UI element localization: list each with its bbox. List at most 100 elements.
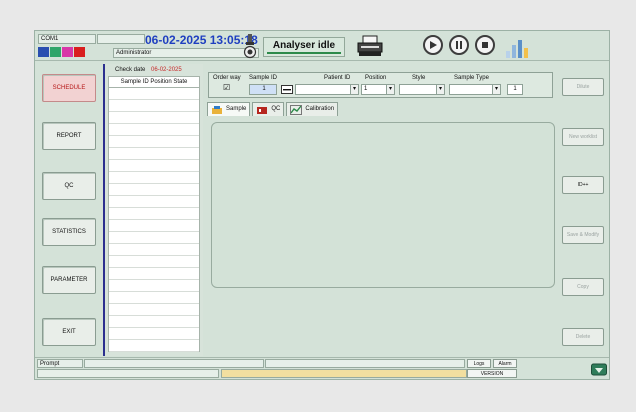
style-label: Style — [412, 75, 426, 81]
list-item[interactable] — [109, 268, 199, 280]
list-item[interactable] — [109, 220, 199, 232]
swatch-green — [50, 47, 61, 57]
sample-type-select[interactable]: ▾ — [449, 84, 501, 95]
nav-qc-button[interactable]: QC — [42, 172, 96, 200]
swatch-blue — [38, 47, 49, 57]
save-modify-button[interactable]: Save & Modify — [562, 226, 604, 244]
bar-chart-icon[interactable] — [505, 37, 531, 59]
dilute-button[interactable]: Dilute — [562, 78, 604, 96]
app-window: COM1 06-02-2025 13:05:18 Administrator A… — [34, 30, 610, 380]
list-item[interactable] — [109, 244, 199, 256]
check-date-value[interactable]: 06-02-2025 — [151, 67, 182, 73]
tab-bar: Sample QC Calibration — [207, 102, 339, 116]
list-item[interactable] — [109, 304, 199, 316]
list-item[interactable] — [109, 328, 199, 340]
stop-button[interactable] — [475, 35, 495, 55]
list-item[interactable] — [109, 232, 199, 244]
swatch-red — [74, 47, 85, 57]
qc-icon — [257, 107, 268, 114]
nav-schedule-button[interactable]: SCHEDULE — [42, 74, 96, 102]
chevron-down-icon: ▾ — [436, 85, 444, 94]
chevron-down-icon: ▾ — [492, 85, 500, 94]
nav-parameter-button[interactable]: PARAMETER — [42, 266, 96, 294]
list-item[interactable] — [109, 160, 199, 172]
list-item[interactable] — [109, 256, 199, 268]
logs-button[interactable]: Logs — [467, 359, 491, 368]
status-field-1 — [37, 369, 219, 378]
sample-type-label: Sample Type — [454, 75, 489, 81]
left-navigation: SCHEDULE REPORT QC STATISTICS PARAMETER … — [37, 64, 103, 356]
status-progress-bar — [267, 52, 341, 54]
sample-entry-form: Order way Sample ID Patient ID Position … — [208, 72, 553, 98]
list-item[interactable] — [109, 340, 199, 352]
new-worklist-button[interactable]: New worklist — [562, 128, 604, 146]
list-item[interactable] — [109, 148, 199, 160]
list-item[interactable] — [109, 172, 199, 184]
top-status-bar: COM1 06-02-2025 13:05:18 Administrator A… — [35, 31, 609, 61]
list-item[interactable] — [109, 208, 199, 220]
tab-sample[interactable]: Sample — [207, 102, 251, 116]
tab-calibration-label: Calibration — [305, 106, 335, 112]
pause-button[interactable] — [449, 35, 469, 55]
status-swatches — [38, 47, 85, 57]
list-item[interactable] — [109, 124, 199, 136]
chevron-down-icon: ▾ — [386, 85, 394, 94]
nav-statistics-button[interactable]: STATISTICS — [42, 218, 96, 246]
list-item[interactable] — [109, 196, 199, 208]
bottom-status-bar: Prompt Logs Alarm VERSION — [35, 357, 609, 379]
sample-id-label: Sample ID — [249, 75, 278, 81]
printer-icon[interactable] — [357, 35, 383, 57]
port-indicator: COM1 — [38, 34, 96, 44]
style-select[interactable]: ▾ — [399, 84, 445, 95]
patient-id-select[interactable]: ▾ — [295, 84, 359, 95]
list-item[interactable] — [109, 316, 199, 328]
sample-icon — [212, 106, 222, 114]
version-button[interactable]: VERSION — [467, 369, 517, 378]
tab-sample-label: Sample — [226, 106, 247, 112]
order-way-checkbox[interactable]: ☑ — [223, 83, 230, 92]
sample-count-field[interactable]: 1 — [507, 84, 523, 95]
prompt-label: Prompt — [37, 359, 83, 368]
chevron-down-icon: ▾ — [350, 85, 358, 94]
status-highlight-field — [221, 369, 467, 378]
patient-id-label: Patient ID — [324, 75, 351, 81]
play-button[interactable] — [423, 35, 443, 55]
download-icon[interactable] — [591, 362, 607, 376]
list-item[interactable] — [109, 292, 199, 304]
tab-qc[interactable]: QC — [252, 102, 285, 116]
schedule-list[interactable] — [108, 88, 200, 352]
list-item[interactable] — [109, 112, 199, 124]
tab-calibration[interactable]: Calibration — [286, 102, 339, 116]
port-secondary-box — [97, 34, 145, 44]
list-item[interactable] — [109, 184, 199, 196]
schedule-list-header: Sample ID Position State — [108, 76, 200, 88]
list-item[interactable] — [109, 100, 199, 112]
order-way-label: Order way — [213, 75, 241, 81]
check-date-label: Check date — [115, 67, 146, 73]
main-area: Order way Sample ID Patient ID Position … — [205, 64, 555, 356]
barcode-icon[interactable] — [281, 85, 293, 94]
calibration-icon — [290, 105, 303, 115]
list-item[interactable] — [109, 136, 199, 148]
id-increment-button[interactable]: ID++ — [562, 176, 604, 194]
list-item[interactable] — [109, 88, 199, 100]
schedule-panel: Check date 06-02-2025 Sample ID Position… — [103, 64, 203, 356]
tab-qc-label: QC — [271, 106, 281, 112]
swatch-magenta — [62, 47, 73, 57]
analyser-status-text: Analyser idle — [272, 40, 336, 51]
nav-exit-button[interactable]: EXIT — [42, 318, 96, 346]
nav-report-button[interactable]: REPORT — [42, 122, 96, 150]
position-label: Position — [365, 75, 387, 81]
user-name: Administrator — [113, 48, 259, 58]
play-icon — [430, 41, 437, 49]
sample-content-panel[interactable] — [211, 122, 555, 288]
position-select[interactable]: 1 ▾ — [361, 84, 395, 95]
prompt-message — [84, 359, 264, 368]
alarm-button[interactable]: Alarm — [493, 359, 517, 368]
list-item[interactable] — [109, 280, 199, 292]
delete-button[interactable]: Delete — [562, 328, 604, 346]
pause-icon — [456, 41, 462, 49]
copy-button[interactable]: Copy — [562, 278, 604, 296]
sample-id-input[interactable]: 1 — [249, 84, 277, 95]
stop-icon — [482, 42, 488, 48]
